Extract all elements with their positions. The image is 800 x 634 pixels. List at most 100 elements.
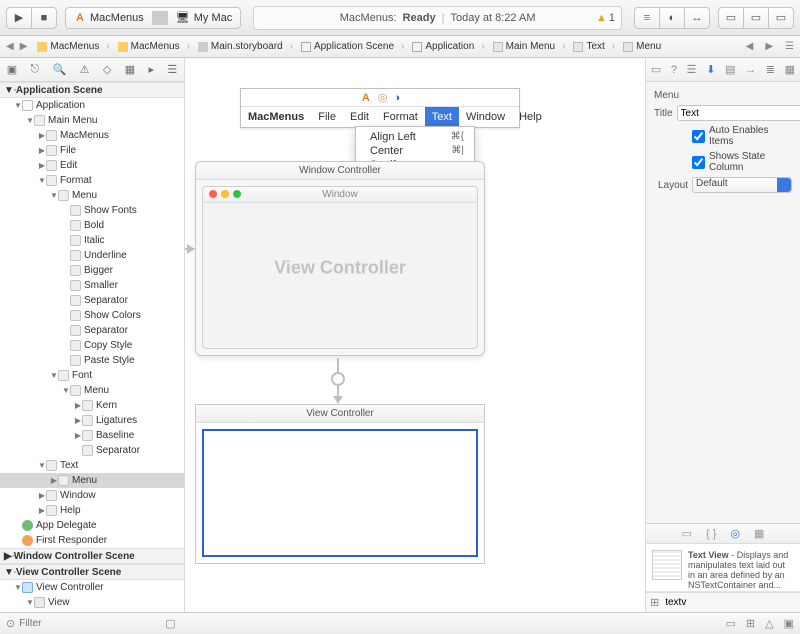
version-editor-button[interactable]: ↔ [684, 7, 710, 29]
issue-nav-icon[interactable]: ⚠ [80, 63, 90, 76]
assistant-editor-button[interactable]: ◐ [659, 7, 685, 29]
bindings-inspector-icon[interactable]: ≣ [766, 63, 775, 76]
toggle-navigator-button[interactable]: ▭ [718, 7, 744, 29]
selected-text-view[interactable] [202, 429, 478, 557]
outline-baseline[interactable]: ▶Baseline [0, 428, 184, 443]
outline-kern[interactable]: ▶Kern [0, 398, 184, 413]
canvas-editor[interactable]: A ◎ ◑ MacMenus File Edit Format Text Win… [185, 58, 645, 612]
outline-edit[interactable]: ▶Edit [0, 158, 184, 173]
outline-separator-3[interactable]: Separator [0, 443, 184, 458]
scene-header-window-controller[interactable]: ▶Window Controller Scene [0, 548, 184, 564]
find-nav-icon[interactable]: 🔍 [53, 63, 67, 76]
view-controller-scene[interactable]: View Controller [195, 404, 485, 564]
jump-back-button[interactable]: ◀ [4, 41, 16, 52]
outline-macmenus[interactable]: ▶MacMenus [0, 128, 184, 143]
menubar-item-format[interactable]: Format [376, 107, 425, 127]
jump-prev-issue[interactable]: ◀ [744, 41, 756, 52]
segue-arrow[interactable] [337, 358, 339, 400]
outline-app-delegate[interactable]: App Delegate [0, 518, 184, 533]
jump-forward-button[interactable]: ▶ [18, 41, 30, 52]
grid-toggle-icon[interactable]: ⊞ [650, 596, 659, 609]
outline-show-fonts[interactable]: Show Fonts [0, 203, 184, 218]
outline-underline[interactable]: Underline [0, 248, 184, 263]
outline-show-colors[interactable]: Show Colors [0, 308, 184, 323]
outline-view[interactable]: ▼View [0, 595, 184, 610]
menu-center[interactable]: Center⌘| [356, 144, 474, 158]
toggle-inspector-button[interactable]: ▭ [768, 7, 794, 29]
menubar-item-edit[interactable]: Edit [343, 107, 376, 127]
file-template-lib-icon[interactable]: ▭ [682, 527, 692, 540]
constraint-align-icon[interactable]: ▭ [726, 617, 736, 630]
outline-separator-1[interactable]: Separator [0, 293, 184, 308]
report-nav-icon[interactable]: ☰ [167, 63, 177, 76]
outline-text[interactable]: ▼Text [0, 458, 184, 473]
outline-copy-style[interactable]: Copy Style [0, 338, 184, 353]
jump-item-application[interactable]: Application [408, 41, 488, 52]
debug-nav-icon[interactable]: ▦ [125, 63, 135, 76]
outline-paste-style[interactable]: Paste Style [0, 353, 184, 368]
media-lib-icon[interactable]: ▦ [754, 527, 764, 540]
help-inspector-icon[interactable]: ? [671, 64, 677, 76]
layout-select[interactable]: Default [692, 177, 792, 193]
scheme-selector[interactable]: AMacMenus 🖥My Mac [65, 7, 241, 29]
constraint-embed-icon[interactable]: ▣ [784, 617, 794, 630]
outline-italic[interactable]: Italic [0, 233, 184, 248]
outline-format-menu[interactable]: ▼Menu [0, 188, 184, 203]
outline-toggle-icon[interactable]: ☰ [783, 41, 796, 52]
window-object[interactable]: Window View Controller [202, 186, 478, 349]
jump-next-issue[interactable]: ▶ [763, 41, 775, 52]
connections-inspector-icon[interactable]: → [745, 64, 756, 76]
warning-indicator[interactable]: ▲ 1 [596, 12, 615, 24]
outline-toggle-icon[interactable]: ▢ [165, 617, 175, 630]
effects-inspector-icon[interactable]: ▦ [785, 63, 795, 76]
outline-font-menu[interactable]: ▼Menu [0, 383, 184, 398]
size-inspector-icon[interactable]: ▤ [725, 63, 735, 76]
minimize-icon[interactable] [221, 190, 229, 198]
library-item-textview[interactable]: Text View - Displays and manipulates tex… [646, 544, 800, 592]
title-input[interactable] [677, 105, 800, 121]
menubar-object[interactable]: A ◎ ◑ MacMenus File Edit Format Text Win… [240, 88, 520, 128]
menu-align-left[interactable]: Align Left⌘{ [356, 130, 474, 144]
jump-item-scene[interactable]: Application Scene [297, 41, 408, 52]
outline-bold[interactable]: Bold [0, 218, 184, 233]
outline-file[interactable]: ▶File [0, 143, 184, 158]
outline-font[interactable]: ▼Font [0, 368, 184, 383]
menubar-item-text[interactable]: Text [425, 107, 459, 127]
jump-item-group[interactable]: MacMenus [114, 41, 194, 52]
scene-header-application[interactable]: ▼Application Scene [0, 82, 184, 98]
jump-item-menu[interactable]: Menu [619, 41, 672, 52]
outline-tree[interactable]: ▼Application Scene ▼Application ▼Main Me… [0, 82, 184, 612]
toggle-debug-button[interactable]: ▭ [743, 7, 769, 29]
test-nav-icon[interactable]: ◇ [103, 63, 111, 76]
outline-format[interactable]: ▼Format [0, 173, 184, 188]
jump-item-text[interactable]: Text [569, 41, 619, 52]
object-lib-icon[interactable]: ◎ [730, 527, 740, 540]
outline-help[interactable]: ▶Help [0, 503, 184, 518]
window-controller-scene[interactable]: Window Controller Window View Controller [195, 161, 485, 356]
standard-editor-button[interactable]: ≡ [634, 7, 660, 29]
run-button[interactable]: ▶ [6, 7, 32, 29]
zoom-icon[interactable] [233, 190, 241, 198]
outline-application[interactable]: ▼Application [0, 98, 184, 113]
outline-view-controller[interactable]: ▼View Controller [0, 580, 184, 595]
outline-first-responder-1[interactable]: First Responder [0, 533, 184, 548]
identity-inspector-icon[interactable]: ☰ [687, 63, 697, 76]
jump-item-project[interactable]: MacMenus [33, 41, 113, 52]
library-filter-input[interactable] [665, 597, 797, 608]
outline-separator-2[interactable]: Separator [0, 323, 184, 338]
jump-item-storyboard[interactable]: Main.storyboard [194, 41, 297, 52]
file-inspector-icon[interactable]: ▭ [651, 63, 661, 76]
menubar-item-macmenus[interactable]: MacMenus [241, 107, 311, 127]
outline-window[interactable]: ▶Window [0, 488, 184, 503]
constraint-pin-icon[interactable]: ⊞ [746, 617, 755, 630]
menubar-item-file[interactable]: File [311, 107, 343, 127]
constraint-resolve-icon[interactable]: △ [765, 617, 773, 630]
outline-bigger[interactable]: Bigger [0, 263, 184, 278]
menubar-item-help[interactable]: Help [512, 107, 549, 127]
shows-state-checkbox[interactable] [692, 156, 705, 169]
code-snippet-lib-icon[interactable]: { } [706, 528, 716, 540]
project-nav-icon[interactable]: ▣ [7, 63, 17, 76]
close-icon[interactable] [209, 190, 217, 198]
outline-smaller[interactable]: Smaller [0, 278, 184, 293]
jump-item-mainmenu[interactable]: Main Menu [489, 41, 570, 52]
